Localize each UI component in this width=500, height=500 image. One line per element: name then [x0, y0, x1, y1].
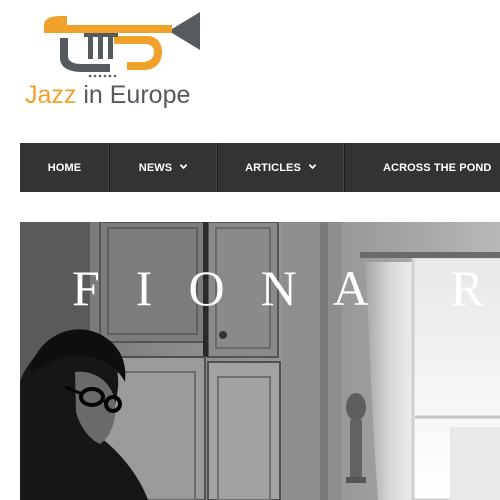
chevron-down-icon — [179, 164, 188, 170]
page: Jazz in Europe HOME NEWS ARTICLES ACROSS… — [0, 0, 500, 500]
logo-text: Jazz in Europe — [25, 81, 190, 109]
nav-item-articles[interactable]: ARTICLES — [218, 143, 345, 192]
hero-title: FIONA RO — [72, 260, 500, 316]
nav-item-across-the-pond-label: ACROSS THE POND — [383, 161, 492, 174]
nav-item-news[interactable]: NEWS — [110, 143, 218, 192]
nav-item-articles-label: ARTICLES — [245, 161, 301, 174]
nav-item-home-label: HOME — [47, 161, 82, 174]
nav-item-across-the-pond[interactable]: ACROSS THE POND — [345, 143, 500, 192]
trumpet-icon — [44, 12, 200, 78]
logo-text-jazz: Jazz — [25, 81, 77, 109]
nav-item-home[interactable]: HOME — [20, 143, 110, 192]
site-logo[interactable]: Jazz in Europe — [22, 8, 202, 109]
hero-image[interactable]: FIONA RO — [20, 222, 500, 500]
main-nav: HOME NEWS ARTICLES ACROSS THE POND — [20, 143, 500, 192]
nav-item-news-label: NEWS — [138, 161, 173, 174]
chevron-down-icon — [308, 164, 317, 170]
logo-text-in-europe: in Europe — [76, 81, 191, 109]
